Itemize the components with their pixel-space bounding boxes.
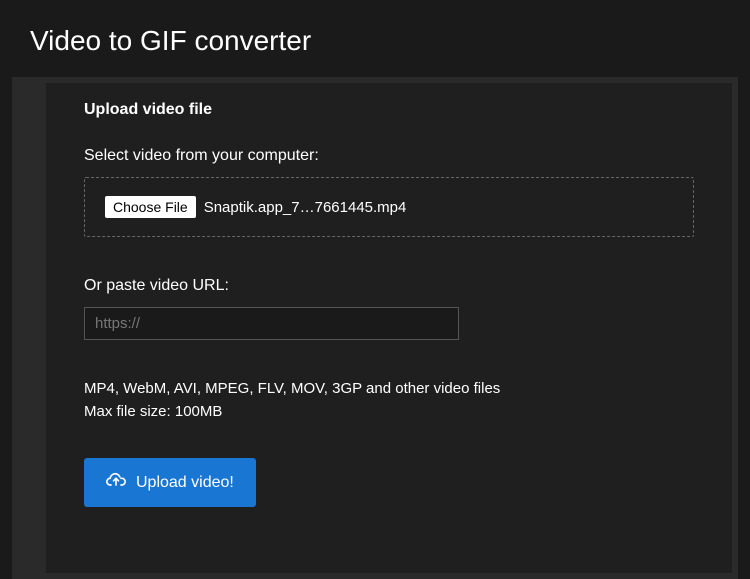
cloud-upload-icon	[106, 470, 126, 495]
supported-formats-text: MP4, WebM, AVI, MPEG, FLV, MOV, 3GP and …	[84, 378, 694, 401]
file-select-label: Select video from your computer:	[84, 147, 694, 165]
url-input[interactable]	[84, 307, 459, 340]
content-wrapper: Upload video file Select video from your…	[12, 77, 738, 579]
max-size-text: Max file size: 100MB	[84, 401, 694, 424]
info-text: MP4, WebM, AVI, MPEG, FLV, MOV, 3GP and …	[84, 378, 694, 423]
selected-filename: Snaptik.app_7…7661445.mp4	[204, 199, 407, 216]
page-title: Video to GIF converter	[0, 0, 750, 77]
upload-button-label: Upload video!	[136, 474, 234, 492]
upload-panel: Upload video file Select video from your…	[46, 83, 732, 573]
panel-title: Upload video file	[84, 101, 694, 119]
url-input-label: Or paste video URL:	[84, 277, 694, 295]
upload-button[interactable]: Upload video!	[84, 458, 256, 507]
choose-file-button[interactable]: Choose File	[105, 196, 196, 218]
file-dropzone[interactable]: Choose File Snaptik.app_7…7661445.mp4	[84, 177, 694, 237]
